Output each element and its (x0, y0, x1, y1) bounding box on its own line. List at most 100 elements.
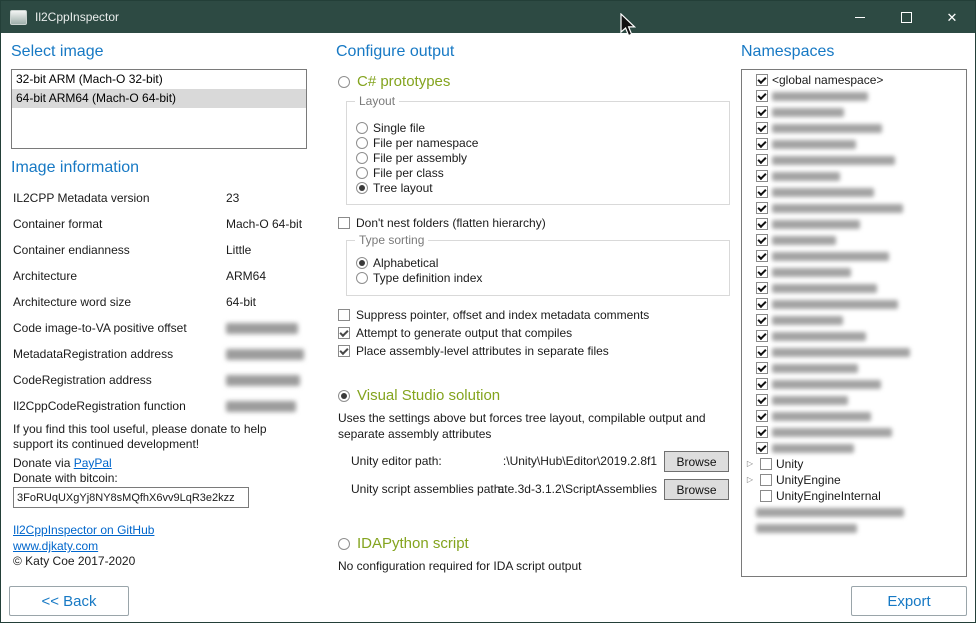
option-visual-studio-solution[interactable]: Visual Studio solution (338, 387, 500, 404)
radio-tree-layout[interactable]: Tree layout (356, 180, 478, 195)
paypal-link[interactable]: PayPal (74, 456, 112, 470)
github-link[interactable]: Il2CppInspector on GitHub (13, 523, 154, 537)
namespace-item-redacted[interactable] (742, 344, 966, 360)
namespace-item-redacted[interactable] (742, 200, 966, 216)
image-list-item-selected[interactable]: 64-bit ARM64 (Mach-O 64-bit) (12, 89, 306, 108)
namespace-item-redacted[interactable] (742, 168, 966, 184)
namespace-checkbox[interactable] (756, 106, 768, 118)
namespace-checkbox[interactable] (756, 74, 768, 86)
radio-file-per-namespace[interactable]: File per namespace (356, 135, 478, 150)
namespace-checkbox[interactable] (756, 410, 768, 422)
bitcoin-address-input[interactable] (13, 487, 249, 508)
namespace-checkbox[interactable] (756, 426, 768, 438)
namespace-item-redacted[interactable] (742, 136, 966, 152)
maximize-button[interactable] (883, 1, 929, 33)
namespace-item-redacted[interactable] (742, 392, 966, 408)
namespace-checkbox[interactable] (756, 362, 768, 374)
namespace-checkbox[interactable] (756, 314, 768, 326)
namespace-item-redacted[interactable] (742, 440, 966, 456)
namespace-item-unity[interactable]: Unity (742, 456, 966, 472)
namespace-item-redacted[interactable] (742, 376, 966, 392)
namespace-checkbox[interactable] (756, 266, 768, 278)
namespace-item-redacted[interactable] (742, 88, 966, 104)
namespace-checkbox[interactable] (756, 138, 768, 150)
namespace-list[interactable]: <global namespace> Unity UnityEngine Uni… (741, 69, 967, 577)
namespace-checkbox[interactable] (756, 234, 768, 246)
radio-alphabetical[interactable]: Alphabetical (356, 255, 482, 270)
browse-assemblies-path-button[interactable]: Browse (664, 479, 729, 500)
namespace-item-redacted[interactable] (742, 264, 966, 280)
namespace-checkbox[interactable] (756, 154, 768, 166)
image-list[interactable]: 32-bit ARM (Mach-O 32-bit) 64-bit ARM64 … (11, 69, 307, 149)
namespace-checkbox[interactable] (756, 186, 768, 198)
namespace-item-redacted[interactable] (742, 504, 966, 520)
namespace-item-redacted[interactable] (742, 248, 966, 264)
info-row: Architecture word size64-bit (13, 295, 305, 321)
unity-editor-path-row: Unity editor path: :\Unity\Hub\Editor\20… (351, 451, 729, 473)
namespace-item-redacted[interactable] (742, 280, 966, 296)
namespace-item-redacted[interactable] (742, 360, 966, 376)
namespace-checkbox[interactable] (756, 170, 768, 182)
namespace-checkbox[interactable] (756, 378, 768, 390)
checkbox-separate-attributes[interactable]: Place assembly-level attributes in separ… (338, 344, 609, 358)
info-row: CodeRegistration address (13, 373, 305, 399)
namespace-item-redacted[interactable] (742, 152, 966, 168)
redacted-namespace-text (772, 412, 871, 421)
namespace-item-redacted[interactable] (742, 312, 966, 328)
radio-file-per-class[interactable]: File per class (356, 165, 478, 180)
checkbox-icon (338, 345, 350, 357)
namespace-item-unityengineinternal[interactable]: UnityEngineInternal (742, 488, 966, 504)
namespace-item-redacted[interactable] (742, 184, 966, 200)
namespace-item-redacted[interactable] (742, 328, 966, 344)
option-csharp-prototypes[interactable]: C# prototypes (338, 73, 450, 90)
namespace-checkbox[interactable] (756, 250, 768, 262)
checkbox-flatten-hierarchy[interactable]: Don't nest folders (flatten hierarchy) (338, 216, 546, 230)
radio-single-file[interactable]: Single file (356, 120, 478, 135)
expander-icon[interactable] (744, 472, 756, 488)
redacted-namespace-text (772, 156, 895, 165)
namespace-checkbox[interactable] (756, 442, 768, 454)
radio-file-per-assembly[interactable]: File per assembly (356, 150, 478, 165)
namespace-item-redacted[interactable] (742, 120, 966, 136)
option-label: Place assembly-level attributes in separ… (356, 344, 609, 358)
namespace-checkbox[interactable] (756, 202, 768, 214)
namespace-checkbox[interactable] (756, 282, 768, 294)
namespace-item-redacted[interactable] (742, 408, 966, 424)
info-label: CodeRegistration address (13, 373, 226, 387)
info-value: 64-bit (226, 295, 256, 309)
namespace-checkbox[interactable] (756, 90, 768, 102)
namespace-checkbox[interactable] (756, 122, 768, 134)
namespace-checkbox[interactable] (760, 458, 772, 470)
namespace-item-redacted[interactable] (742, 104, 966, 120)
namespace-checkbox[interactable] (756, 218, 768, 230)
unity-assemblies-path-value[interactable]: ate.3d-3.1.2\ScriptAssemblies (498, 482, 657, 496)
unity-editor-path-value[interactable]: :\Unity\Hub\Editor\2019.2.8f1 (503, 454, 657, 468)
checkbox-compilable-output[interactable]: Attempt to generate output that compiles (338, 326, 572, 340)
export-button[interactable]: Export (851, 586, 967, 616)
app-icon[interactable] (10, 10, 27, 25)
namespace-item-global[interactable]: <global namespace> (742, 72, 966, 88)
namespace-checkbox[interactable] (756, 394, 768, 406)
expander-icon[interactable] (744, 456, 756, 472)
namespace-item-redacted[interactable] (742, 520, 966, 536)
namespace-item-unityengine[interactable]: UnityEngine (742, 472, 966, 488)
redacted-namespace-text (772, 172, 840, 181)
namespace-checkbox[interactable] (760, 474, 772, 486)
checkbox-suppress-comments[interactable]: Suppress pointer, offset and index metad… (338, 308, 649, 322)
website-link[interactable]: www.djkaty.com (13, 539, 98, 553)
back-button[interactable]: << Back (9, 586, 129, 616)
namespace-checkbox[interactable] (756, 346, 768, 358)
radio-type-definition-index[interactable]: Type definition index (356, 270, 482, 285)
option-idapython-script[interactable]: IDAPython script (338, 535, 469, 552)
close-button[interactable]: ✕ (929, 1, 975, 33)
minimize-button[interactable] (837, 1, 883, 33)
namespace-item-redacted[interactable] (742, 296, 966, 312)
namespace-item-redacted[interactable] (742, 232, 966, 248)
namespace-checkbox[interactable] (756, 330, 768, 342)
namespace-item-redacted[interactable] (742, 424, 966, 440)
namespace-checkbox[interactable] (760, 490, 772, 502)
image-list-item[interactable]: 32-bit ARM (Mach-O 32-bit) (12, 70, 306, 89)
namespace-checkbox[interactable] (756, 298, 768, 310)
browse-editor-path-button[interactable]: Browse (664, 451, 729, 472)
namespace-item-redacted[interactable] (742, 216, 966, 232)
